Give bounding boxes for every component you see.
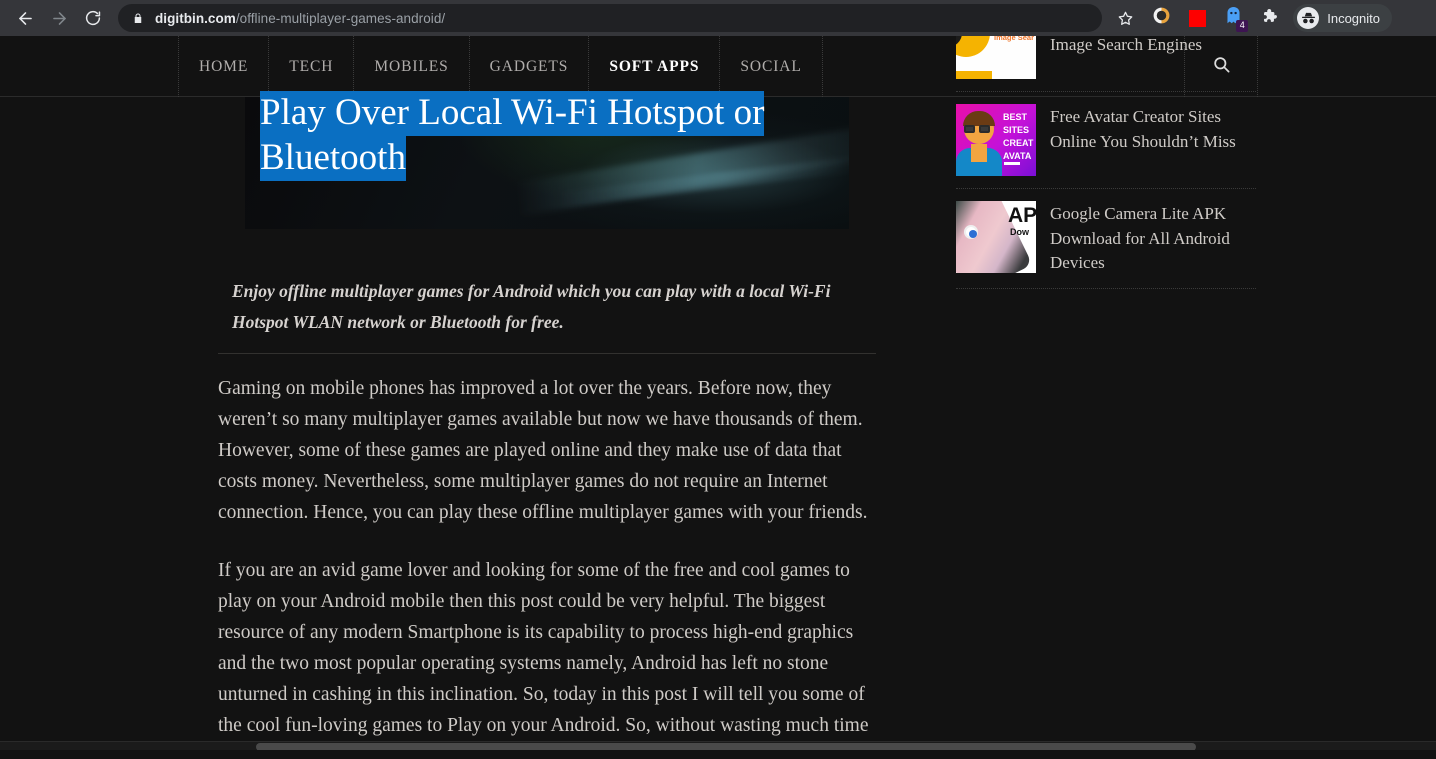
- avatar-creator-thumbnail: BEST SITES CREAT AVATA: [956, 104, 1036, 176]
- post-subtitle: Enjoy offline multiplayer games for Andr…: [232, 281, 831, 332]
- browser-toolbar: digitbin.com/offline-multiplayer-games-a…: [0, 0, 1436, 36]
- url-host: digitbin.com: [155, 10, 236, 26]
- sidebar-post-title: Google Camera Lite APK Download for All …: [1050, 204, 1230, 272]
- forward-arrow-icon: [50, 9, 69, 28]
- nav-item-soft-apps[interactable]: SOFT APPS: [588, 36, 719, 97]
- lock-icon: [132, 12, 144, 25]
- thumbnail-text-line-1: APK: [1008, 204, 1036, 227]
- nav-item-tech[interactable]: TECH: [268, 36, 353, 97]
- incognito-label: Incognito: [1327, 10, 1380, 26]
- red-square-extension-button[interactable]: [1183, 4, 1211, 32]
- thumbnail-text: BEST SITES CREAT AVATA: [1003, 112, 1034, 161]
- thumbnail-text-line-2: Dow: [1010, 227, 1029, 237]
- horizontal-scrollbar-thumb[interactable]: [256, 743, 1196, 750]
- page-viewport: HOME TECH MOBILES GADGETS SOFT APPS SOCI…: [0, 36, 1436, 750]
- puzzle-extensions-icon: [1260, 7, 1278, 30]
- back-arrow-icon: [16, 9, 35, 28]
- forward-button[interactable]: [45, 4, 73, 32]
- ghost-extension-button[interactable]: 4: [1219, 4, 1249, 32]
- post-title-line-2: Bluetooth: [260, 136, 406, 181]
- bookmark-button[interactable]: [1111, 4, 1139, 32]
- incognito-indicator[interactable]: Incognito: [1293, 4, 1392, 32]
- ghost-extension-badge: 4: [1236, 20, 1249, 32]
- page-title: Play Over Local Wi-Fi Hotspot or Bluetoot…: [260, 90, 820, 181]
- horizontal-scrollbar[interactable]: [0, 741, 1436, 750]
- color-circle-extension-icon: [1152, 6, 1171, 30]
- url-path: /offline-multiplayer-games-android/: [235, 10, 446, 26]
- red-square-extension-icon: [1188, 9, 1206, 27]
- nav-item-home[interactable]: HOME: [178, 36, 268, 97]
- url-text: digitbin.com/offline-multiplayer-games-a…: [155, 11, 445, 26]
- sidebar-post-title: Free Avatar Creator Sites Online You Sho…: [1050, 107, 1236, 151]
- reload-icon: [84, 9, 102, 27]
- article-paragraph-1: Gaming on mobile phones has improved a l…: [218, 378, 868, 523]
- reverse-image-search-thumbnail: Advanced Rev Image Sear: [956, 36, 1036, 79]
- site-nav-items: HOME TECH MOBILES GADGETS SOFT APPS SOCI…: [178, 36, 823, 97]
- list-item[interactable]: Advanced Rev Image Sear Best Advanced Re…: [956, 36, 1256, 92]
- address-bar[interactable]: digitbin.com/offline-multiplayer-games-a…: [118, 4, 1103, 32]
- back-button[interactable]: [11, 4, 39, 32]
- sidebar-post-title: Best Advanced Reverse Image Search Engin…: [1050, 36, 1202, 54]
- sidebar-related-posts: Advanced Rev Image Sear Best Advanced Re…: [956, 36, 1256, 289]
- color-circle-extension-button[interactable]: [1147, 4, 1175, 32]
- post-title-line-1: Play Over Local Wi-Fi Hotspot or: [260, 91, 765, 136]
- nav-item-social[interactable]: SOCIAL: [719, 36, 823, 97]
- article-paragraph-2: If you are an avid game lover and lookin…: [218, 560, 869, 750]
- browser-menu-button[interactable]: [1398, 4, 1426, 32]
- thumbnail-text-line-2: Image Sear: [994, 36, 1035, 42]
- incognito-hat-icon: [1297, 7, 1320, 29]
- nav-item-mobiles[interactable]: MOBILES: [353, 36, 468, 97]
- content-divider: [218, 353, 876, 354]
- list-item[interactable]: APK Dow Google Camera Lite APK Download …: [956, 189, 1256, 289]
- bookmark-star-icon: [1117, 10, 1134, 27]
- reload-button[interactable]: [79, 4, 107, 32]
- list-item[interactable]: BEST SITES CREAT AVATA Free Avatar Creator …: [956, 92, 1256, 189]
- extensions-button[interactable]: [1255, 4, 1283, 32]
- nav-item-gadgets[interactable]: GADGETS: [468, 36, 589, 97]
- google-camera-apk-thumbnail: APK Dow: [956, 201, 1036, 273]
